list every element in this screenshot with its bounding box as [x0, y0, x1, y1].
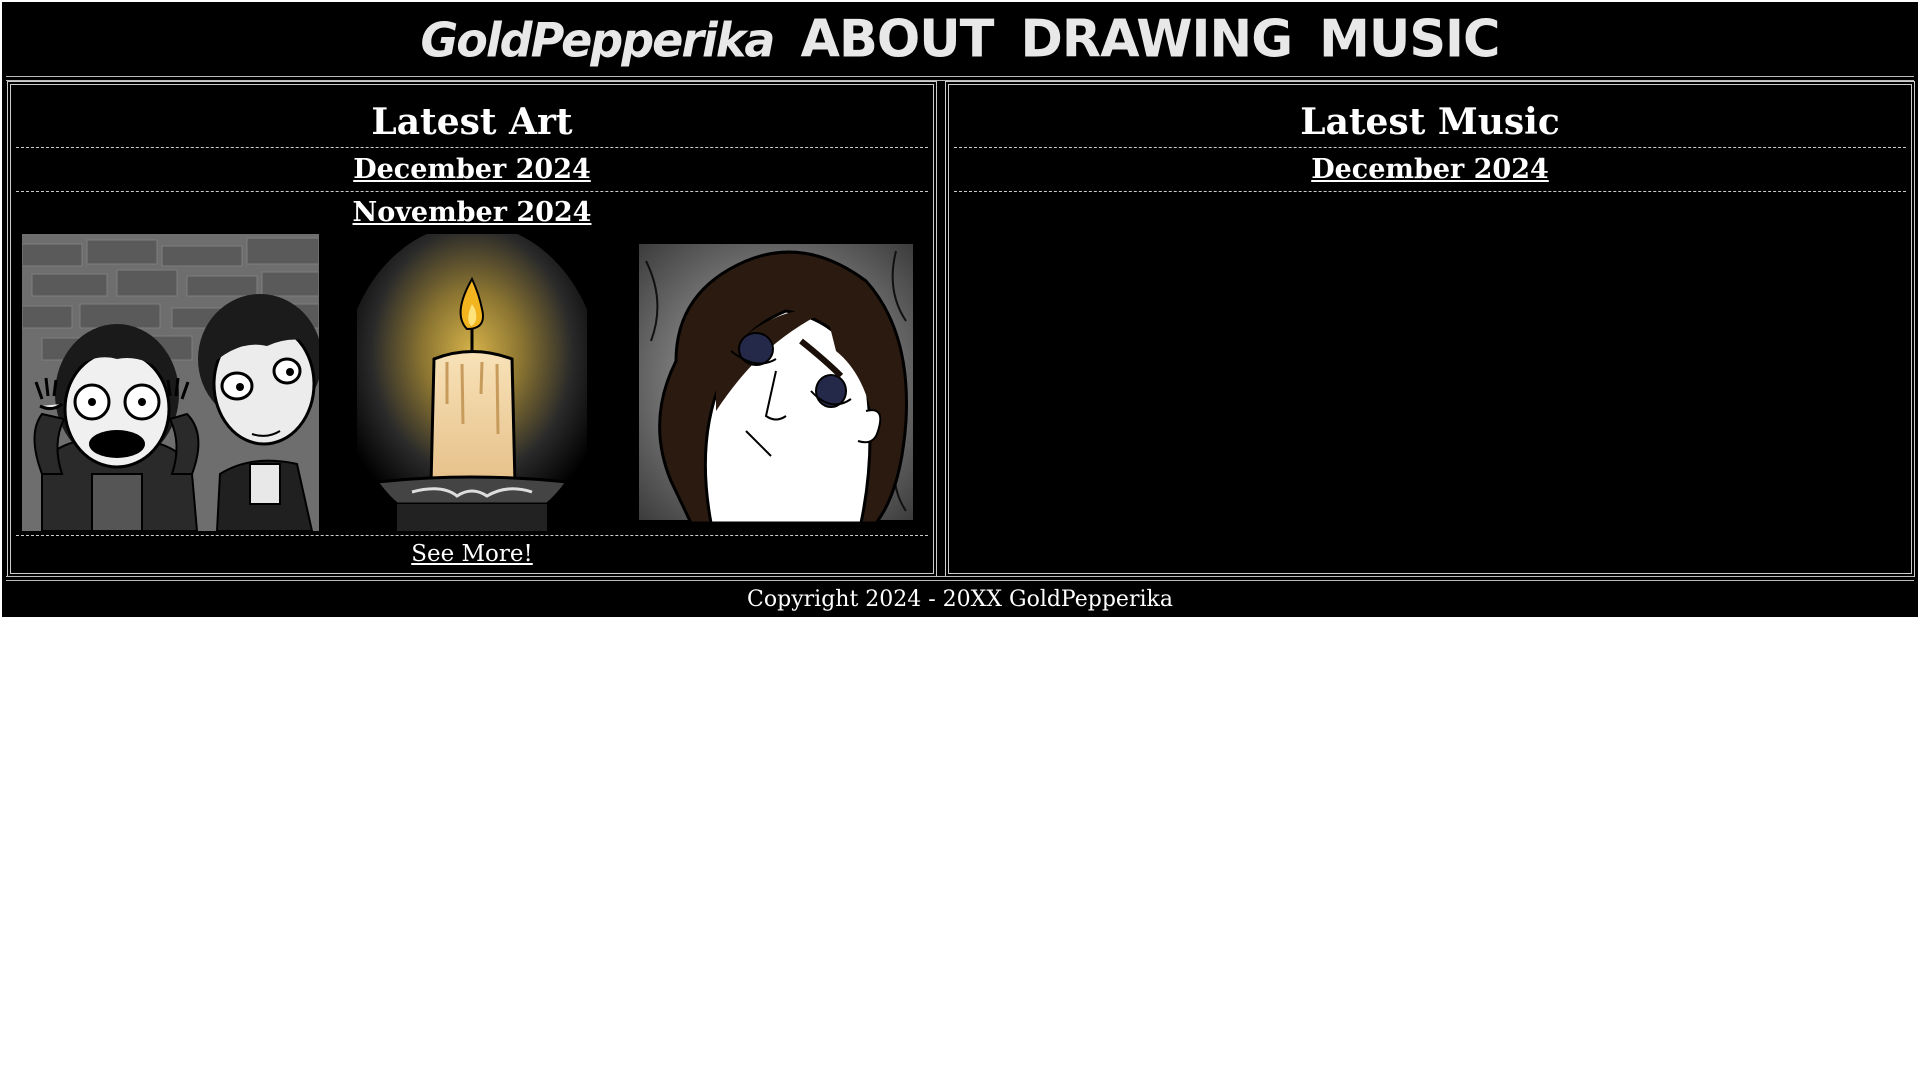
latest-art-heading: Latest Art — [371, 101, 573, 143]
divider — [16, 535, 928, 536]
music-month-link-december[interactable]: December 2024 — [949, 153, 1911, 187]
nav-home-logo[interactable]: GoldPepperika — [421, 7, 776, 72]
footer-copyright: Copyright 2024 - 20XX GoldPepperika — [747, 587, 1173, 612]
art-month-link-november[interactable]: November 2024 — [11, 196, 933, 230]
nav-bar: GoldPepperika ABOUT DRAWING MUSIC — [2, 8, 1918, 72]
latest-music-heading: Latest Music — [1300, 101, 1560, 143]
page: GoldPepperika ABOUT DRAWING MUSIC Latest… — [2, 2, 1918, 617]
footer-divider — [6, 576, 1914, 581]
divider — [16, 191, 928, 192]
art-thumbnail-candle[interactable] — [357, 234, 587, 531]
see-more-link[interactable]: See More! — [11, 539, 933, 569]
latest-art-panel: Latest Art December 2024 November 2024 S… — [9, 83, 935, 575]
two-characters-scared-drawing-icon — [22, 234, 319, 531]
site-header: GoldPepperika ABOUT DRAWING MUSIC — [2, 2, 1918, 81]
lit-candle-drawing-icon — [357, 234, 587, 531]
header-divider — [6, 76, 1914, 81]
art-thumbnail-girl-portrait[interactable] — [636, 241, 916, 523]
art-month-link-december[interactable]: December 2024 — [11, 153, 933, 187]
nav-music-link[interactable]: MUSIC — [1319, 7, 1500, 72]
nav-about-link[interactable]: ABOUT — [801, 7, 995, 72]
tired-girl-portrait-drawing-icon — [636, 241, 916, 523]
nav-drawing-link[interactable]: DRAWING — [1021, 7, 1294, 72]
latest-music-panel: Latest Music December 2024 — [947, 83, 1913, 575]
divider — [954, 191, 1906, 192]
divider — [954, 147, 1906, 148]
art-thumbnail-scared-friends[interactable] — [22, 234, 319, 531]
divider — [16, 147, 928, 148]
